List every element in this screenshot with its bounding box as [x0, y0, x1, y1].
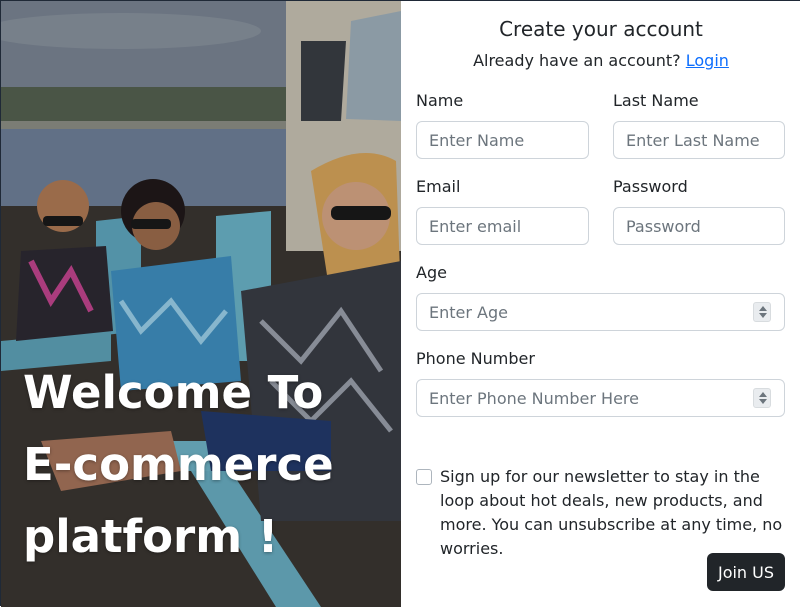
login-prompt-text: Already have an account? [473, 51, 681, 70]
newsletter-checkbox[interactable] [416, 469, 432, 485]
password-label: Password [613, 177, 688, 196]
age-label: Age [416, 263, 447, 282]
join-us-button[interactable]: Join US [707, 553, 785, 591]
hero-panel: Welcome To E-commerce platform ! [1, 1, 401, 607]
phone-label: Phone Number [416, 349, 535, 368]
newsletter-text: Sign up for our newsletter to stay in th… [440, 467, 783, 558]
password-input[interactable] [613, 207, 785, 245]
hero-title-line-2: E-commerce [23, 438, 334, 491]
phone-input[interactable] [416, 379, 785, 417]
email-input[interactable] [416, 207, 589, 245]
hero-title-line-1: Welcome To [23, 366, 324, 419]
signup-form: Create your account Already have an acco… [401, 1, 800, 607]
login-prompt: Already have an account? Login [401, 51, 800, 70]
login-link[interactable]: Login [686, 51, 729, 70]
last-name-input[interactable] [613, 121, 785, 159]
age-stepper[interactable] [753, 302, 771, 322]
age-input[interactable] [416, 293, 785, 331]
email-label: Email [416, 177, 461, 196]
last-name-label: Last Name [613, 91, 699, 110]
phone-stepper[interactable] [753, 388, 771, 408]
hero-title-line-3: platform ! [23, 510, 279, 563]
signup-page: Welcome To E-commerce platform ! Create … [0, 0, 800, 607]
form-title: Create your account [499, 17, 703, 41]
hero-title: Welcome To E-commerce platform ! [23, 357, 393, 573]
name-input[interactable] [416, 121, 589, 159]
name-label: Name [416, 91, 464, 110]
